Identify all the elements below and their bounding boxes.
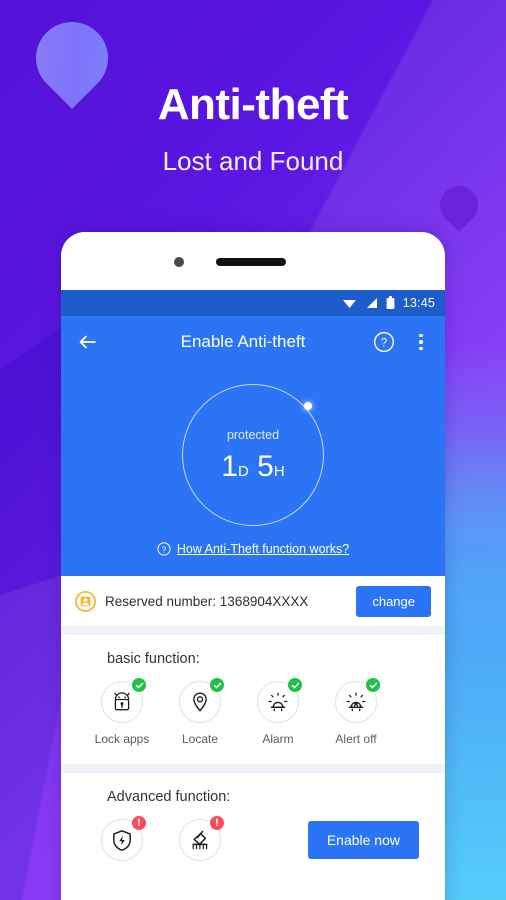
function-icon-wrap bbox=[179, 677, 225, 723]
phone-top-bezel bbox=[61, 232, 445, 290]
check-icon bbox=[213, 682, 221, 688]
svg-text:?: ? bbox=[381, 337, 387, 349]
function-label: Lock apps bbox=[94, 732, 150, 746]
contact-icon bbox=[75, 590, 96, 612]
section-divider bbox=[61, 764, 445, 773]
overflow-menu-icon[interactable] bbox=[411, 333, 431, 351]
timer-inner: protected 1D 5H bbox=[182, 384, 324, 526]
reserved-number-row: Reserved number: 1368904XXXX change bbox=[61, 576, 445, 626]
timer-value: 1D 5H bbox=[221, 452, 284, 482]
page-subtitle: Lost and Found bbox=[162, 146, 344, 177]
timer-days: 1 bbox=[221, 450, 238, 483]
siren-off-icon bbox=[346, 692, 366, 712]
timer-hours-unit: H bbox=[273, 463, 285, 480]
siren-icon bbox=[268, 692, 288, 712]
help-circle-icon[interactable]: ? bbox=[373, 331, 395, 353]
function-icon-wrap bbox=[257, 677, 303, 723]
section-divider bbox=[61, 626, 445, 635]
function-icon-wrap: ! bbox=[179, 815, 225, 861]
how-it-works-link[interactable]: ? How Anti-Theft function works? bbox=[157, 542, 349, 556]
basic-function-row: Lock apps Locate Alarm Alert off bbox=[61, 677, 445, 746]
background-cyan-edge-inner bbox=[442, 430, 506, 900]
function-lock-apps[interactable]: Lock apps bbox=[83, 677, 161, 746]
wifi-icon bbox=[342, 300, 356, 308]
status-badge-warning: ! bbox=[209, 815, 225, 831]
protection-timer: protected 1D 5H bbox=[182, 384, 324, 526]
function-alarm[interactable]: Alarm bbox=[239, 677, 317, 746]
function-cleanup[interactable]: ! bbox=[161, 815, 239, 861]
question-circle-icon: ? bbox=[157, 542, 171, 556]
screenshot-root: Anti-theft Lost and Found 13:45 Enable A… bbox=[0, 0, 506, 900]
function-label: Locate bbox=[181, 732, 219, 746]
enable-now-button[interactable]: Enable now bbox=[307, 821, 419, 859]
status-badge-check bbox=[365, 677, 381, 693]
camera-icon bbox=[174, 257, 184, 267]
reserved-number-label: Reserved number: 1368904XXXX bbox=[105, 593, 309, 609]
function-alert-off[interactable]: Alert off bbox=[317, 677, 395, 746]
timer-status-label: protected bbox=[226, 428, 280, 442]
status-badge-warning: ! bbox=[131, 815, 147, 831]
basic-function-section: basic function: Lock apps Locate Alarm A… bbox=[61, 635, 445, 746]
advanced-function-heading: Advanced function: bbox=[107, 789, 231, 805]
function-label: Alert off bbox=[335, 732, 377, 746]
check-icon bbox=[291, 682, 299, 688]
shield-bolt-icon bbox=[113, 829, 131, 851]
android-lock-icon bbox=[114, 692, 130, 711]
check-icon bbox=[369, 682, 377, 688]
signal-icon bbox=[366, 298, 377, 308]
function-label: Alarm bbox=[262, 732, 294, 746]
status-bar-time: 13:45 bbox=[402, 296, 435, 310]
page-title: Anti-theft bbox=[157, 80, 349, 129]
phone-mockup: 13:45 Enable Anti-theft ? protected 1D 5… bbox=[61, 232, 445, 900]
function-locate[interactable]: Locate bbox=[161, 677, 239, 746]
app-bar-title: Enable Anti-theft bbox=[180, 332, 306, 351]
status-badge-check bbox=[131, 677, 147, 693]
battery-icon bbox=[386, 296, 395, 309]
svg-text:?: ? bbox=[162, 545, 167, 554]
function-icon-wrap: ! bbox=[101, 815, 147, 861]
brush-icon bbox=[192, 830, 208, 849]
how-it-works-label: How Anti-Theft function works? bbox=[176, 542, 350, 556]
change-button[interactable]: change bbox=[356, 585, 431, 617]
speaker-grille-icon bbox=[216, 258, 286, 266]
function-icon-wrap bbox=[101, 677, 147, 723]
advanced-function-row: ! ! Enable now bbox=[61, 815, 445, 861]
hero-block: Anti-theft Lost and Found bbox=[0, 80, 506, 177]
back-arrow-icon[interactable] bbox=[75, 329, 101, 355]
app-bar: Enable Anti-theft ? bbox=[61, 316, 445, 368]
status-badge-check bbox=[209, 677, 225, 693]
timer-hours: 5 bbox=[257, 450, 274, 483]
timer-days-unit: D bbox=[237, 463, 249, 480]
status-badge-check bbox=[287, 677, 303, 693]
advanced-function-section: Advanced function: ! ! Enable now bbox=[61, 773, 445, 861]
map-pin-icon bbox=[193, 692, 207, 712]
basic-function-heading: basic function: bbox=[107, 651, 200, 667]
status-bar: 13:45 bbox=[61, 290, 445, 316]
protection-panel: protected 1D 5H ? How Anti-Theft functio… bbox=[61, 368, 445, 576]
function-security-scan[interactable]: ! bbox=[83, 815, 161, 861]
function-icon-wrap bbox=[335, 677, 381, 723]
check-icon bbox=[135, 682, 143, 688]
